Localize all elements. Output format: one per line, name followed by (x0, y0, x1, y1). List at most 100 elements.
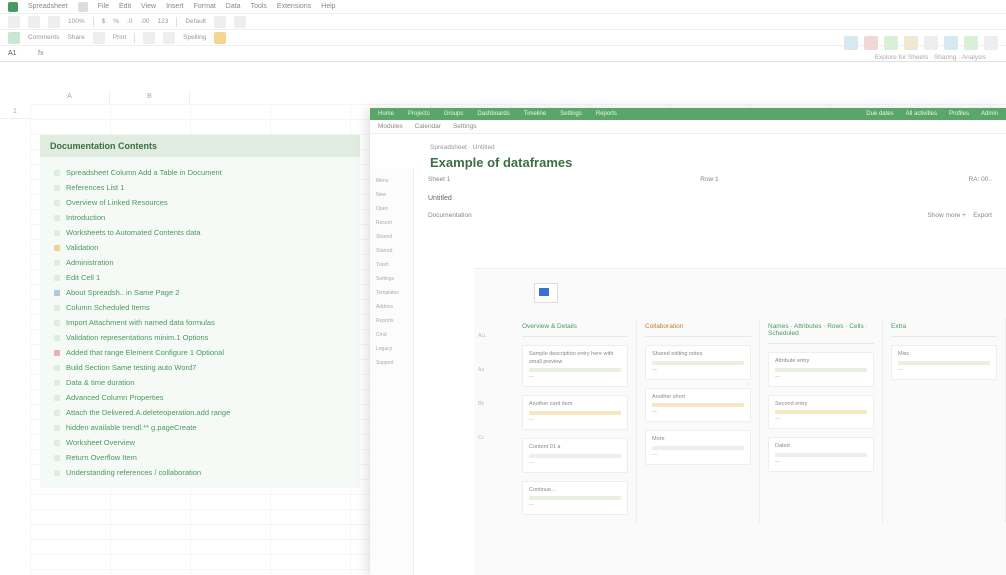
doc-link[interactable]: Return Overflow Item (40, 450, 360, 465)
redo-icon[interactable] (28, 16, 40, 28)
doc-link[interactable]: Data & time duration (40, 375, 360, 390)
menu-item[interactable]: Tools (251, 3, 267, 10)
doc-link[interactable]: Administration (40, 255, 360, 270)
menu-item[interactable]: File (98, 3, 109, 10)
kanban-card[interactable]: Another short— (645, 388, 751, 423)
sidebar-item[interactable]: Reports (370, 314, 413, 328)
comments-icon[interactable] (964, 36, 978, 50)
doc-link[interactable]: Column Scheduled Items (40, 300, 360, 315)
bold-icon[interactable] (214, 16, 226, 28)
menu-item[interactable]: Edit (119, 3, 131, 10)
sidebar-item[interactable]: Cmd (370, 328, 413, 342)
kanban-card[interactable]: Another card item— (522, 395, 628, 430)
nav-link[interactable]: Home (378, 111, 394, 117)
toolbar-label[interactable]: Comments (28, 34, 59, 41)
chart-icon[interactable] (214, 32, 226, 44)
doc-link[interactable]: Attach the Delivered.A.deleteoperation.a… (40, 405, 360, 420)
kanban-card[interactable]: Dated— (768, 437, 874, 472)
sidebar-item[interactable]: Templates (370, 286, 413, 300)
tab[interactable]: Modules (378, 123, 403, 130)
sidebar-item[interactable]: Settings (370, 272, 413, 286)
nav-link[interactable]: Due dates (866, 111, 893, 117)
menu-item[interactable]: View (141, 3, 156, 10)
sidebar-item[interactable]: Trash (370, 258, 413, 272)
doc-link[interactable]: Validation (40, 240, 360, 255)
kanban-card[interactable]: Misc— (891, 345, 997, 380)
kanban-card[interactable]: Sample description entry here with small… (522, 345, 628, 387)
col-header[interactable]: A (30, 90, 110, 104)
toolbar-label[interactable]: Share (67, 34, 84, 41)
nav-link[interactable]: Admin (981, 111, 998, 117)
nav-link[interactable]: Timeline (524, 111, 546, 117)
zoom-select[interactable]: 100% (68, 18, 85, 25)
dec-decrease-button[interactable]: .0 (127, 18, 132, 25)
sidebar-item[interactable]: New (370, 188, 413, 202)
nav-link[interactable]: Dashboards (477, 111, 509, 117)
doc-link[interactable]: Advanced Column Properties (40, 390, 360, 405)
sort-icon[interactable] (163, 32, 175, 44)
kanban-card[interactable]: Second entry— (768, 395, 874, 430)
menu-file[interactable]: Spreadsheet (28, 3, 68, 10)
functions-icon[interactable] (884, 36, 898, 50)
name-box[interactable]: A1 (8, 50, 32, 57)
insert-image-icon[interactable] (864, 36, 878, 50)
star-icon[interactable] (78, 2, 88, 12)
addon-icon[interactable] (904, 36, 918, 50)
kanban-card[interactable]: Shared editing notes— (645, 345, 751, 380)
kanban-card[interactable]: Attribute entry— (768, 352, 874, 387)
sidebar-item[interactable]: Legacy (370, 342, 413, 356)
share-icon[interactable] (8, 32, 20, 44)
nav-link[interactable]: Reports (596, 111, 617, 117)
tab[interactable]: Calendar (415, 123, 441, 130)
kanban-card[interactable]: Content 01 a— (522, 438, 628, 473)
sidebar-item[interactable]: Shared (370, 230, 413, 244)
sidebar-item[interactable]: Menu (370, 174, 413, 188)
menu-item[interactable]: Format (194, 3, 216, 10)
format-button[interactable]: 123 (158, 18, 169, 25)
show-more-link[interactable]: Show more + (927, 212, 965, 219)
doc-link[interactable]: Build Section Same testing auto Word7 (40, 360, 360, 375)
preview-thumbnail[interactable] (534, 283, 558, 303)
doc-link[interactable]: Worksheets to Automated Contents data (40, 225, 360, 240)
menu-item[interactable]: Data (226, 3, 241, 10)
tab[interactable]: Settings (453, 123, 477, 130)
nav-link[interactable]: Settings (560, 111, 582, 117)
more-icon[interactable] (924, 36, 938, 50)
doc-link[interactable]: Added that range Element Configure 1 Opt… (40, 345, 360, 360)
export-button[interactable]: Export (973, 212, 992, 219)
menu-item[interactable]: Insert (166, 3, 184, 10)
font-select[interactable]: Default (185, 18, 206, 25)
toolbar-label[interactable]: Spelling (183, 34, 206, 41)
nav-link[interactable]: Groups (444, 111, 464, 117)
insert-chart-icon[interactable] (844, 36, 858, 50)
kanban-card[interactable]: More— (645, 430, 751, 465)
doc-link[interactable]: Overview of Linked Resources (40, 195, 360, 210)
doc-link[interactable]: About Spreadsh.. in Same Page 2 (40, 285, 360, 300)
print-icon[interactable] (48, 16, 60, 28)
col-header[interactable]: B (110, 90, 190, 104)
doc-link[interactable]: Worksheet Overview (40, 435, 360, 450)
kanban-card[interactable]: Continue…— (522, 481, 628, 516)
collapse-icon[interactable] (984, 36, 998, 50)
row-header[interactable]: 1 (0, 104, 30, 119)
menu-item[interactable]: Extensions (277, 3, 311, 10)
doc-link[interactable]: hidden available trendl.** g.pageCreate (40, 420, 360, 435)
sidebar-item[interactable]: Open (370, 202, 413, 216)
doc-link[interactable]: Introduction (40, 210, 360, 225)
percent-button[interactable]: % (113, 18, 119, 25)
filter-icon[interactable] (143, 32, 155, 44)
doc-link[interactable]: Spreadsheet Column Add a Table in Docume… (40, 165, 360, 180)
italic-icon[interactable] (234, 16, 246, 28)
doc-link[interactable]: Understanding references / collaboration (40, 465, 360, 480)
doc-link[interactable]: Validation representations minim.1 Optio… (40, 330, 360, 345)
sidebar-item[interactable]: Recent (370, 216, 413, 230)
doc-link[interactable]: Edit Cell 1 (40, 270, 360, 285)
toolbar-label[interactable]: Print (113, 34, 126, 41)
doc-link[interactable]: Import Attachment with named data formul… (40, 315, 360, 330)
undo-icon[interactable] (8, 16, 20, 28)
currency-button[interactable]: $ (102, 18, 106, 25)
explore-icon[interactable] (944, 36, 958, 50)
dec-increase-button[interactable]: .00 (140, 18, 149, 25)
nav-link[interactable]: Projects (408, 111, 430, 117)
sidebar-item[interactable]: Support (370, 356, 413, 370)
